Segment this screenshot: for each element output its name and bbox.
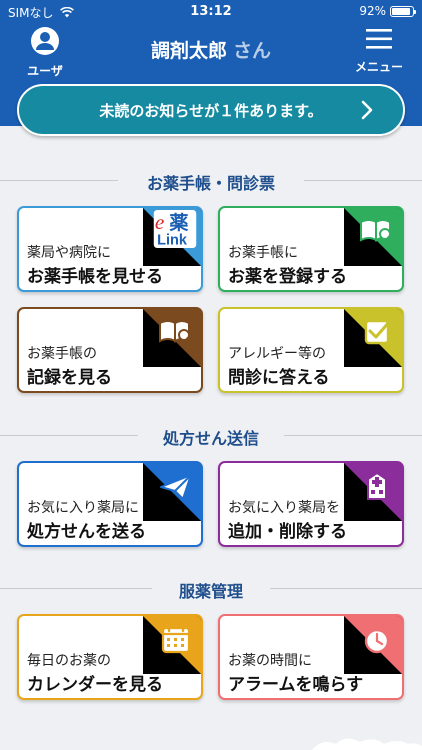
card-answer-questionnaire[interactable]: アレルギー等の 問診に答える (218, 307, 404, 393)
svg-text:e: e (155, 210, 164, 234)
section-title-text: 服薬管理 (178, 582, 243, 601)
calendar-icon (161, 623, 191, 654)
divider (270, 588, 422, 589)
section-title-text: 処方せん送信 (162, 429, 259, 448)
section-title-medicine-notebook: お薬手帳・問診票 (0, 170, 422, 193)
card-line1: 薬局や病院に (27, 245, 111, 261)
paper-plane-icon (160, 474, 192, 500)
card-line1: 毎日のお薬の (27, 653, 111, 669)
card-medicine-calendar[interactable]: 毎日のお薬の カレンダーを見る (17, 614, 203, 700)
card-line1: お薬の時間に (228, 653, 312, 669)
card-line2: 追加・削除する (228, 522, 347, 542)
book-magnifier-icon (159, 320, 194, 345)
card-line1: お薬手帳の (27, 346, 97, 362)
menu-label: メニュー (354, 60, 403, 74)
alarm-clock-icon (362, 624, 392, 654)
user-name: 調剤太郎 (150, 40, 227, 62)
card-line2: 問診に答える (228, 368, 330, 388)
card-line2: 記録を見る (27, 368, 112, 388)
hospital-building-icon (367, 471, 387, 500)
cloud-decoration (312, 738, 422, 750)
card-manage-pharmacies[interactable]: お気に入り薬局を 追加・削除する (218, 461, 404, 547)
hamburger-menu-icon (366, 29, 392, 49)
checkbox-icon (364, 319, 392, 345)
card-line2: お薬を登録する (228, 267, 347, 287)
battery-icon (390, 5, 416, 17)
divider (304, 180, 422, 181)
honorific: さん (233, 40, 272, 62)
user-label: ユーザ (27, 64, 63, 78)
divider (0, 588, 152, 589)
card-view-records[interactable]: お薬手帳の 記録を見る (17, 307, 203, 393)
battery-level (392, 7, 411, 15)
book-search-icon (360, 219, 395, 244)
card-line1: お気に入り薬局を (228, 500, 340, 516)
card-send-prescription[interactable]: お気に入り薬局に 処方せんを送る (17, 461, 203, 547)
section-title-prescription-send: 処方せん送信 (0, 425, 422, 448)
notice-text: 未読のお知らせが１件あります。 (99, 101, 323, 120)
divider (0, 435, 138, 436)
card-line1: お薬手帳に (228, 245, 298, 261)
card-medicine-alarm[interactable]: お薬の時間に アラームを鳴らす (218, 614, 404, 700)
menu-button[interactable]: メニュー (350, 28, 408, 75)
chevron-right-icon (361, 100, 373, 120)
section-title-text: お薬手帳・問診票 (146, 174, 275, 193)
divider (284, 435, 422, 436)
card-line2: アラームを鳴らす (228, 675, 364, 695)
card-line2: カレンダーを見る (27, 675, 163, 695)
section-title-medication-management: 服薬管理 (0, 578, 422, 601)
card-line2: 処方せんを送る (27, 522, 146, 542)
card-line2: お薬手帳を見せる (27, 267, 163, 287)
unread-notice-button[interactable]: 未読のお知らせが１件あります。 (17, 84, 405, 136)
battery-percent: 92% (359, 4, 386, 18)
divider (0, 180, 118, 181)
svg-text:薬: 薬 (168, 211, 188, 234)
status-right: 92% (359, 4, 416, 18)
card-register-medicine[interactable]: お薬手帳に お薬を登録する (218, 206, 404, 292)
e-kusuri-link-logo-icon: e 薬 Link (153, 210, 197, 248)
card-line1: お気に入り薬局に (27, 500, 139, 516)
card-show-medicine-notebook[interactable]: e 薬 Link 薬局や病院に お薬手帳を見せる (17, 206, 203, 292)
svg-text:Link: Link (157, 233, 188, 248)
card-line1: アレルギー等の (228, 346, 326, 362)
status-bar: SIMなし 13:12 92% (0, 0, 422, 22)
